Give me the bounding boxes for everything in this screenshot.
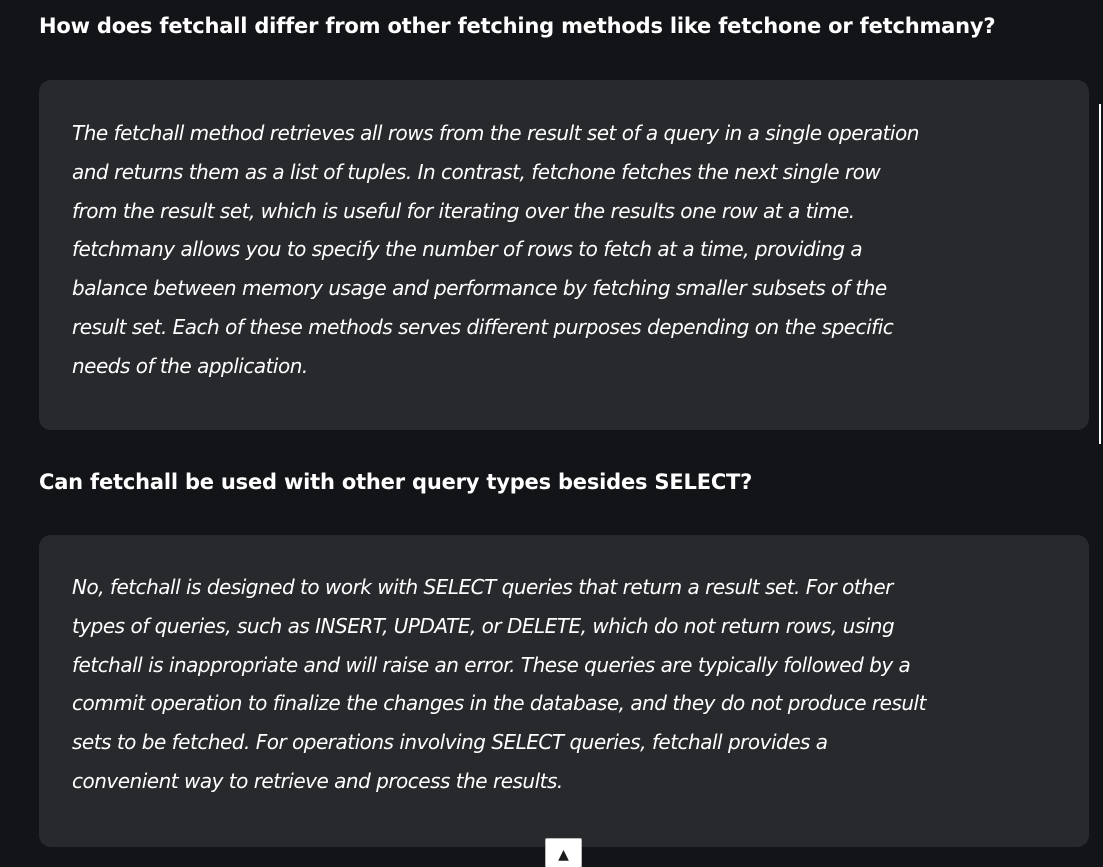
answer-line: fetchmany allows you to specify the numb… [72,237,863,262]
faq-question: How does fetchall differ from other fetc… [39,14,996,38]
answer-line: sets to be fetched. For operations invol… [72,730,828,755]
right-edge-divider [1099,104,1103,444]
faq-question: Can fetchall be used with other query ty… [39,470,753,494]
answer-line: needs of the application. [72,353,308,378]
faq-answer-text: No, fetchall is designed to work with SE… [72,568,1056,801]
answer-line: balance between memory usage and perform… [72,276,887,301]
up-arrow-icon: ▲ [558,847,569,863]
answer-line: from the result set, which is useful for… [72,198,855,223]
answer-line: commit operation to finalize the changes… [72,691,926,716]
answer-line: and returns them as a list of tuples. In… [72,159,881,184]
answer-line: No, fetchall is designed to work with SE… [72,575,893,599]
faq-answer-card: No, fetchall is designed to work with SE… [39,535,1089,847]
answer-line: The fetchall method retrieves all rows f… [72,121,919,145]
answer-line: convenient way to retrieve and process t… [72,768,563,793]
faq-answer-card: The fetchall method retrieves all rows f… [39,80,1089,430]
answer-line: types of queries, such as INSERT, UPDATE… [72,613,895,638]
answer-line: fetchall is inappropriate and will raise… [72,652,911,677]
scroll-to-top-button[interactable]: ▲ [545,838,582,867]
faq-answer-text: The fetchall method retrieves all rows f… [72,114,1056,386]
answer-line: result set. Each of these methods serves… [72,314,894,339]
faq-page: How does fetchall differ from other fetc… [0,0,1103,867]
